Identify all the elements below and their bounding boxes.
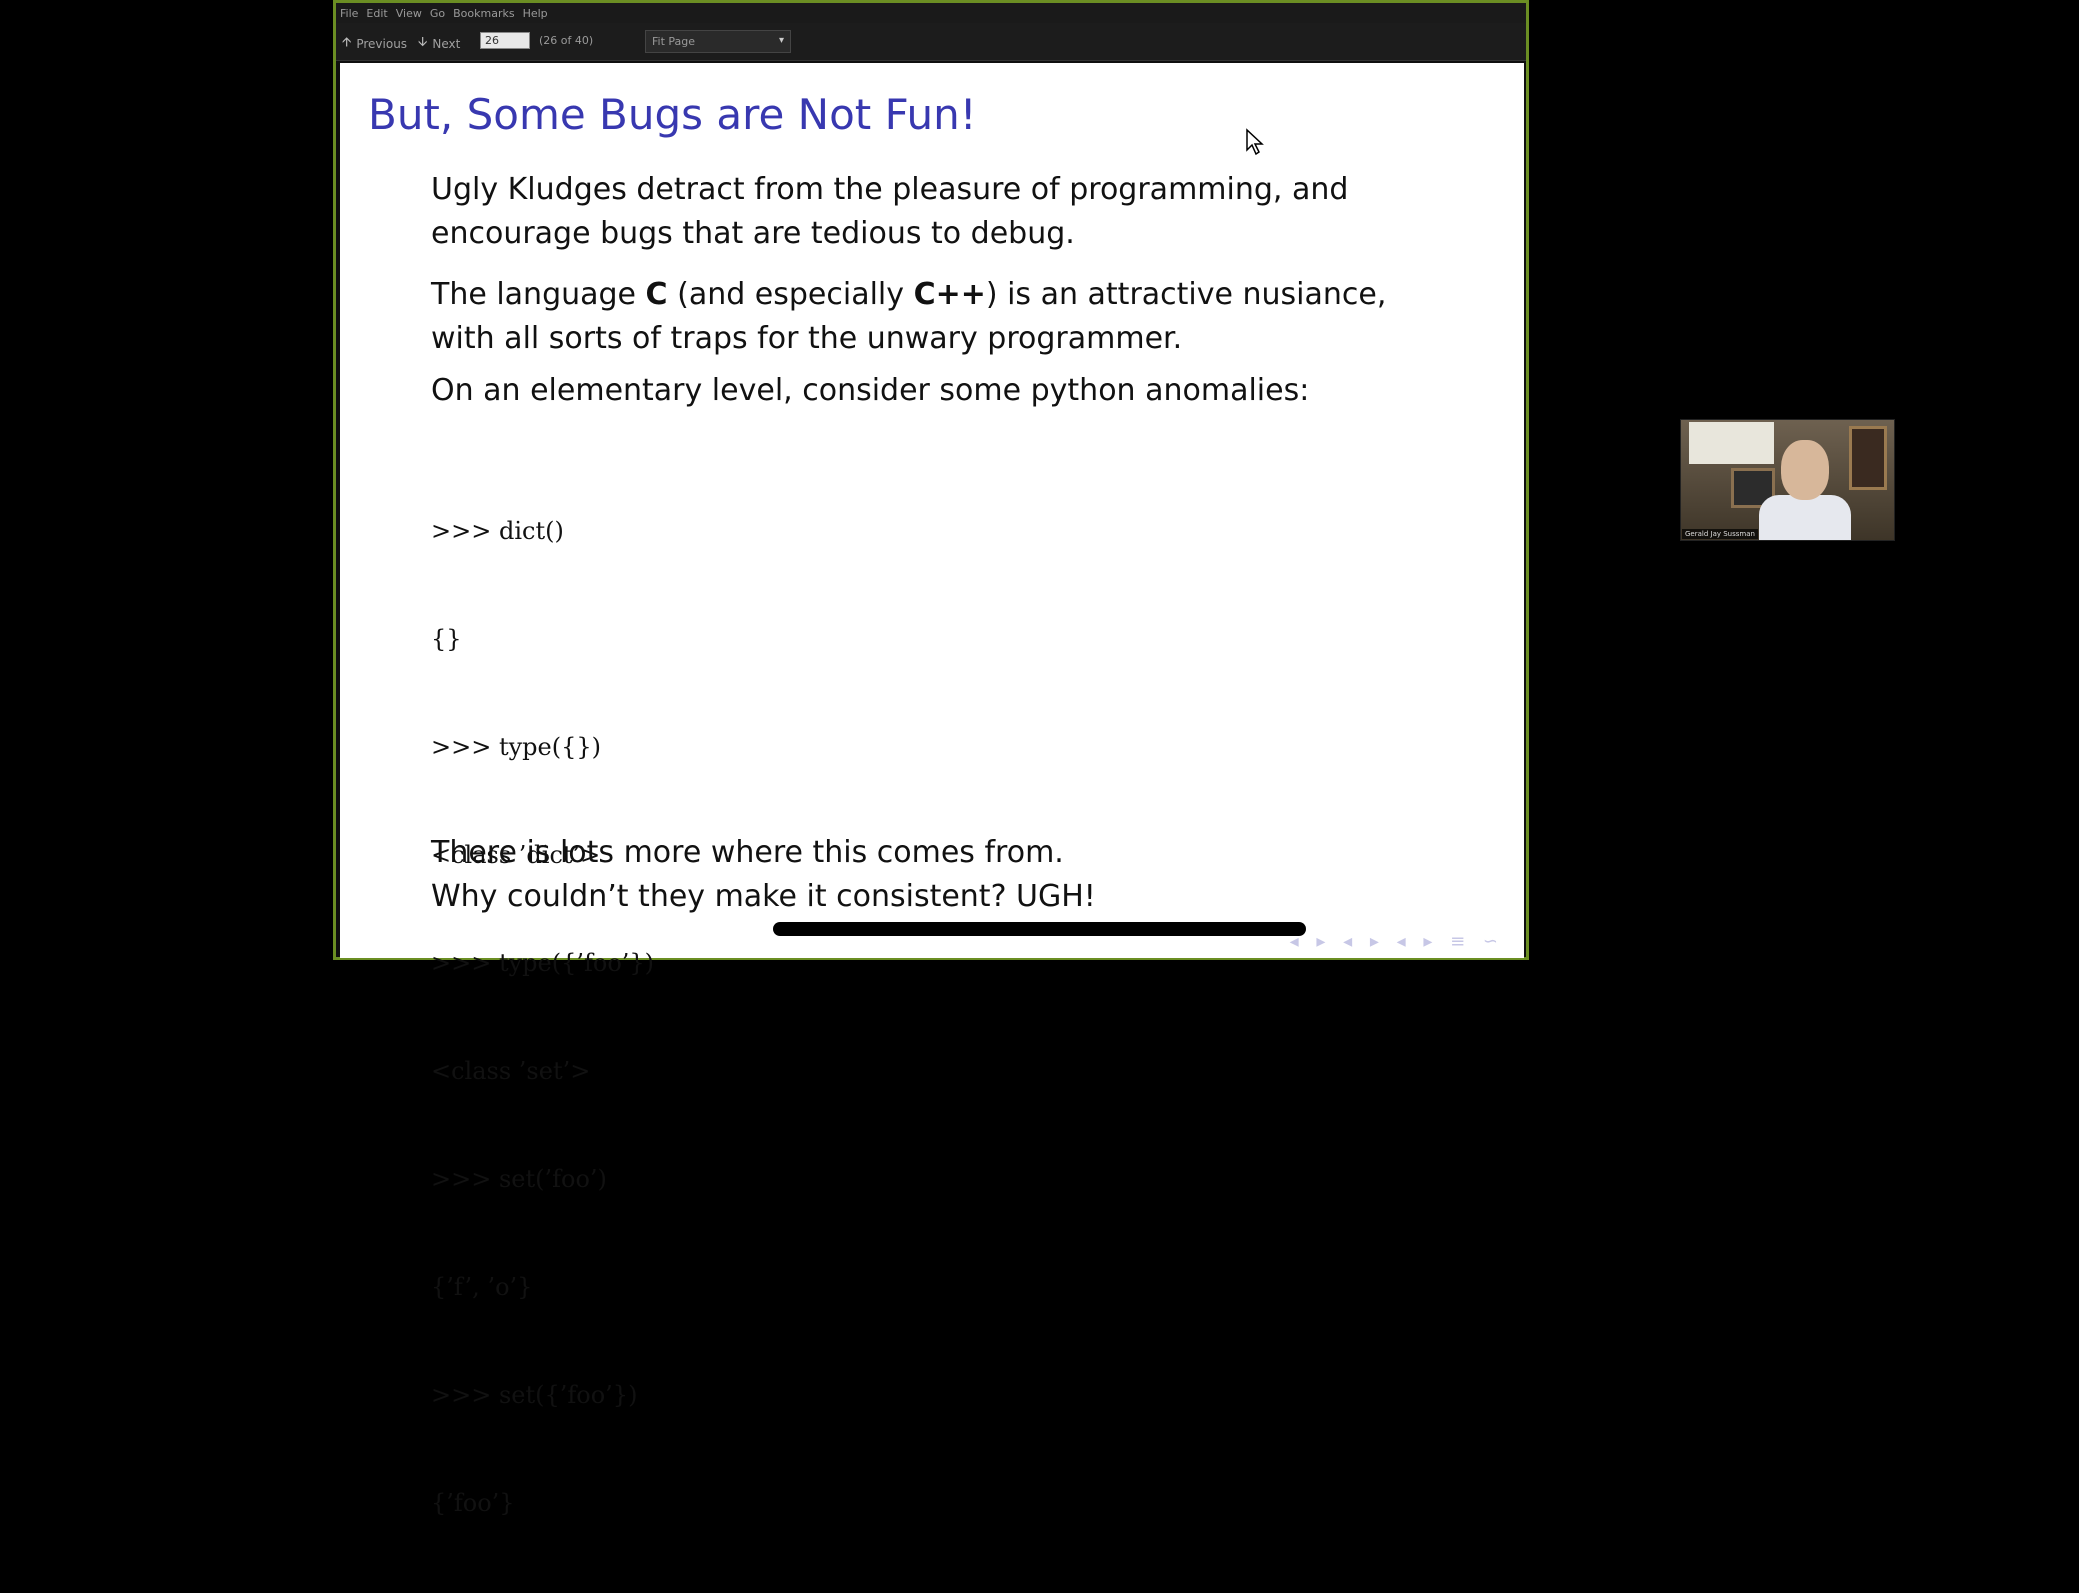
code-line: >>> set(’foo’) <box>431 1165 607 1193</box>
para2-mid: (and especially <box>667 277 914 312</box>
para3-text: On an elementary level, consider some py… <box>431 373 1310 408</box>
code-line: >>> type({}) <box>431 733 601 761</box>
webcam-picture-frame <box>1849 426 1887 490</box>
slide-title: But, Some Bugs are Not Fun! <box>368 90 977 139</box>
python-code-block: >>> dict() {} >>> type({}) <class ’dict’… <box>431 441 654 1593</box>
arrow-up-icon: 🡩 <box>342 35 352 50</box>
paragraph-closing: There is lots more where this comes from… <box>431 831 1096 919</box>
code-line: >>> set({’foo’}) <box>431 1381 638 1409</box>
menu-go[interactable]: Go <box>430 7 445 20</box>
paragraph-python-anomalies: On an elementary level, consider some py… <box>431 369 1309 413</box>
page-number-input[interactable] <box>480 32 530 49</box>
code-line: >>> type({’foo’}) <box>431 949 655 977</box>
menu-view[interactable]: View <box>396 7 422 20</box>
menu-bookmarks[interactable]: Bookmarks <box>453 7 514 20</box>
previous-label: Previous <box>356 37 408 51</box>
next-button[interactable]: 🡫 Next <box>418 33 460 55</box>
home-indicator-bar[interactable] <box>773 922 1306 936</box>
cpp-keyword: C++ <box>913 277 986 312</box>
cursor-icon <box>1246 128 1264 156</box>
arrow-down-icon: 🡫 <box>418 35 428 50</box>
closing-line1: There is lots more where this comes from… <box>431 835 1064 870</box>
para2-post: ) is an attractive nusiance, <box>985 277 1387 312</box>
code-line: <class ’set’> <box>431 1057 591 1085</box>
closing-line2: Why couldn’t they make it consistent? UG… <box>431 879 1096 914</box>
para1-line1: Ugly Kludges detract from the pleasure o… <box>431 172 1349 207</box>
code-line: {’foo’} <box>431 1489 515 1517</box>
c-keyword: C <box>645 277 668 312</box>
toolbar: 🡩 Previous 🡫 Next (26 of 40) Fit Page ▾ <box>336 23 1526 61</box>
webcam-person-body <box>1759 495 1851 540</box>
code-line: >>> dict() <box>431 517 564 545</box>
webcam-window <box>1689 422 1774 464</box>
next-label: Next <box>432 37 461 51</box>
code-line: {} <box>431 625 462 653</box>
previous-button[interactable]: 🡩 Previous <box>342 33 407 55</box>
slide-page: But, Some Bugs are Not Fun! Ugly Kludges… <box>340 63 1524 1517</box>
paragraph-c-language: The language C (and especially C++) is a… <box>431 273 1386 361</box>
pdf-viewer-window: File Edit View Go Bookmarks Help 🡩 Previ… <box>333 0 1529 1517</box>
para2-line2: with all sorts of traps for the unwary p… <box>431 321 1183 356</box>
webcam-video-tile[interactable]: Gerald Jay Sussman <box>1680 419 1895 541</box>
menu-edit[interactable]: Edit <box>366 7 387 20</box>
page-count: (26 of 40) <box>539 34 594 47</box>
webcam-person-head <box>1781 440 1829 500</box>
menu-help[interactable]: Help <box>523 7 548 20</box>
zoom-value: Fit Page <box>652 35 696 48</box>
zoom-select[interactable]: Fit Page ▾ <box>645 30 791 53</box>
paragraph-kludges: Ugly Kludges detract from the pleasure o… <box>431 168 1348 256</box>
code-line: {’f’, ’o’} <box>431 1273 533 1301</box>
para1-line2: encourage bugs that are tedious to debug… <box>431 216 1075 251</box>
beamer-navigation-symbols[interactable]: ◂ ▸ ◂ ▸ ◂ ▸ ≡ ∽ <box>1290 931 1504 952</box>
chevron-down-icon: ▾ <box>778 35 784 46</box>
menu-bar: File Edit View Go Bookmarks Help <box>336 3 1526 23</box>
menu-file[interactable]: File <box>340 7 358 20</box>
para2-pre: The language <box>431 277 646 312</box>
webcam-name-label: Gerald Jay Sussman <box>1682 529 1758 539</box>
